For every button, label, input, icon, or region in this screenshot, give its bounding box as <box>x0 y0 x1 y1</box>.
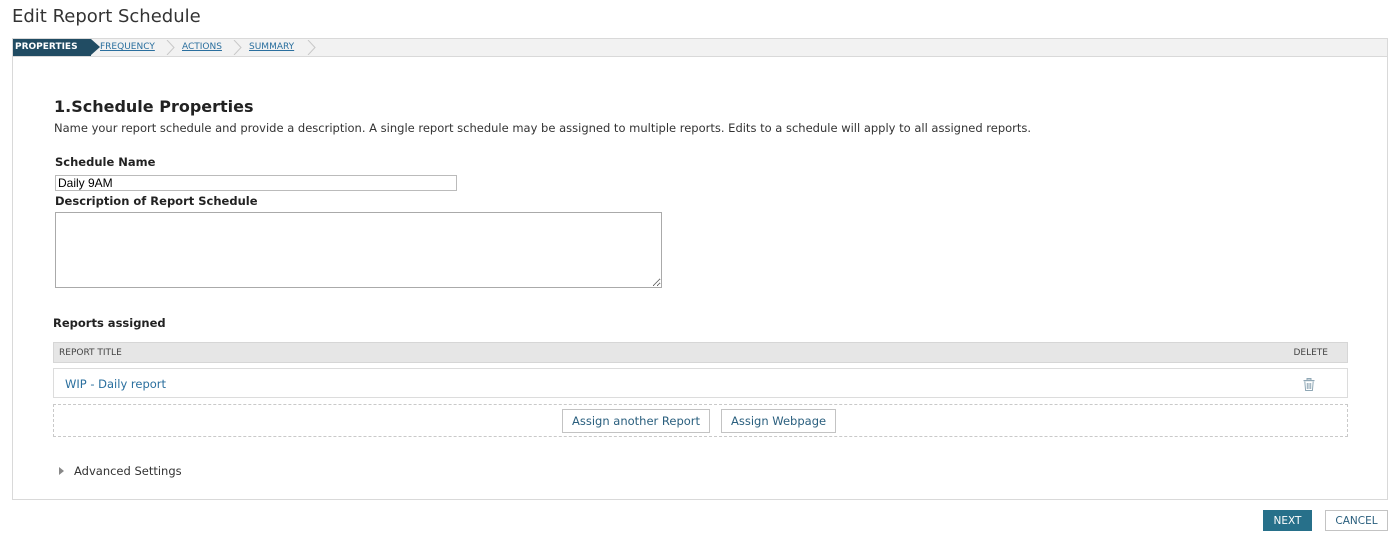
reports-assigned-label: Reports assigned <box>53 316 166 330</box>
next-button[interactable]: NEXT <box>1263 510 1312 531</box>
chevron-right-icon <box>307 40 316 55</box>
step-properties[interactable]: PROPERTIES <box>13 39 100 56</box>
schedule-name-input[interactable] <box>55 175 457 191</box>
column-header-report-title: REPORT TITLE <box>59 348 122 358</box>
table-row: WIP - Daily report <box>53 368 1348 398</box>
report-title-link[interactable]: WIP - Daily report <box>65 377 166 391</box>
assign-area: Assign another Report Assign Webpage <box>53 404 1348 437</box>
page-title: Edit Report Schedule <box>12 6 201 27</box>
caret-right-icon <box>59 467 64 475</box>
column-header-delete: DELETE <box>1293 348 1328 358</box>
step-frequency[interactable]: FREQUENCY <box>100 39 155 56</box>
advanced-settings-toggle[interactable]: Advanced Settings <box>59 464 182 478</box>
chevron-right-icon <box>166 40 175 55</box>
step-summary[interactable]: SUMMARY <box>249 39 294 56</box>
schedule-name-label: Schedule Name <box>55 155 156 169</box>
advanced-settings-label: Advanced Settings <box>74 464 182 478</box>
cancel-button[interactable]: CANCEL <box>1325 510 1388 531</box>
wizard-steps: PROPERTIES FREQUENCY ACTIONS SUMMARY <box>13 39 1387 57</box>
wizard-panel: PROPERTIES FREQUENCY ACTIONS SUMMARY 1.S… <box>12 38 1388 500</box>
reports-table-header: REPORT TITLE DELETE <box>53 342 1348 363</box>
step-actions[interactable]: ACTIONS <box>182 39 222 56</box>
description-label: Description of Report Schedule <box>55 194 258 208</box>
description-textarea[interactable] <box>55 212 662 288</box>
section-title: 1.Schedule Properties <box>54 97 254 116</box>
section-description: Name your report schedule and provide a … <box>54 121 1032 135</box>
assign-webpage-button[interactable]: Assign Webpage <box>721 409 837 433</box>
chevron-right-icon <box>233 40 242 55</box>
assign-another-report-button[interactable]: Assign another Report <box>562 409 711 433</box>
trash-icon[interactable] <box>1303 376 1315 395</box>
